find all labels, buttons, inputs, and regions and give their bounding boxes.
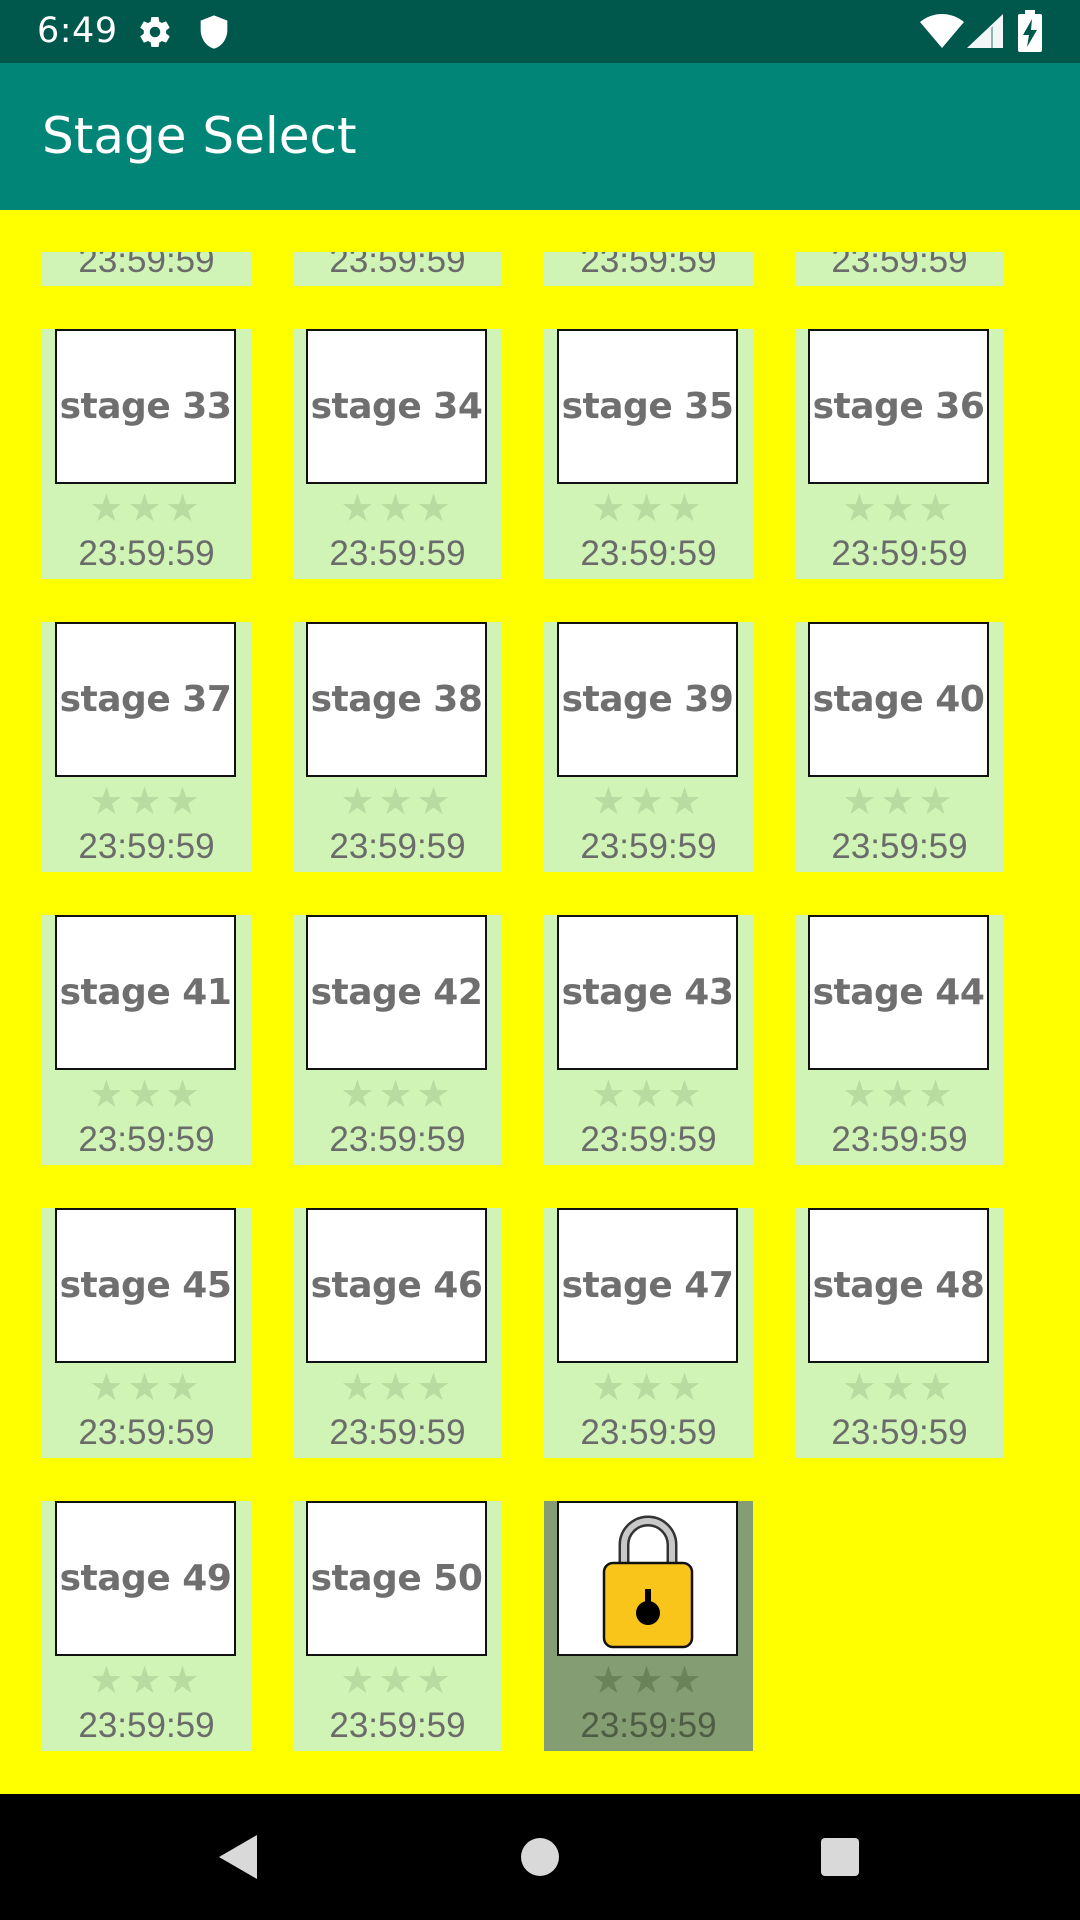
- stage-cell[interactable]: stage 35 ★★★ 23:59:59: [544, 329, 753, 579]
- stage-time: 23:59:59: [580, 252, 717, 280]
- stage-time: 23:59:59: [580, 1413, 717, 1452]
- stage-time: 23:59:59: [78, 1120, 215, 1159]
- stage-time: 23:59:59: [78, 1706, 215, 1745]
- stage-cell[interactable]: stage 39 ★★★ 23:59:59: [544, 622, 753, 872]
- stage-cell[interactable]: stage 46 ★★★ 23:59:59: [293, 1208, 502, 1458]
- stage-time: 23:59:59: [580, 827, 717, 866]
- star-rating: ★★★: [89, 1072, 204, 1116]
- stage-grid[interactable]: 23:59:59 23:59:59 23:59:59 23:59:59 stag…: [0, 210, 1080, 1794]
- stage-button[interactable]: stage 41: [55, 915, 236, 1070]
- locked-stage-button[interactable]: [557, 1501, 738, 1656]
- stage-button[interactable]: stage 49: [55, 1501, 236, 1656]
- stage-cell[interactable]: stage 33 ★★★ 23:59:59: [42, 329, 251, 579]
- app-bar: Stage Select: [0, 63, 1080, 210]
- star-rating: ★★★: [340, 1365, 455, 1409]
- wifi-icon: [920, 14, 964, 48]
- stage-time: 23:59:59: [78, 534, 215, 573]
- stage-cell[interactable]: stage 47 ★★★ 23:59:59: [544, 1208, 753, 1458]
- back-icon[interactable]: [209, 1827, 269, 1887]
- star-rating: ★★★: [842, 1365, 957, 1409]
- star-rating: ★★★: [89, 486, 204, 530]
- stage-button[interactable]: stage 39: [557, 622, 738, 777]
- stage-button[interactable]: stage 46: [306, 1208, 487, 1363]
- stage-cell[interactable]: stage 41 ★★★ 23:59:59: [42, 915, 251, 1165]
- stage-cell[interactable]: stage 49 ★★★ 23:59:59: [42, 1501, 251, 1751]
- stage-button[interactable]: stage 48: [808, 1208, 989, 1363]
- star-rating: ★★★: [591, 1072, 706, 1116]
- page-title: Stage Select: [42, 107, 357, 165]
- stage-time: 23:59:59: [831, 534, 968, 573]
- star-rating: ★★★: [89, 779, 204, 823]
- stage-cell-partial[interactable]: 23:59:59: [795, 252, 1004, 286]
- stage-time: 23:59:59: [329, 1413, 466, 1452]
- stage-cell[interactable]: stage 43 ★★★ 23:59:59: [544, 915, 753, 1165]
- stage-button[interactable]: stage 50: [306, 1501, 487, 1656]
- stage-cell[interactable]: stage 38 ★★★ 23:59:59: [293, 622, 502, 872]
- status-bar: 6:49: [0, 0, 1080, 63]
- star-rating: ★★★: [340, 1658, 455, 1702]
- star-rating: ★★★: [340, 779, 455, 823]
- stage-cell[interactable]: stage 48 ★★★ 23:59:59: [795, 1208, 1004, 1458]
- stage-time: 23:59:59: [580, 1706, 717, 1745]
- stage-cell[interactable]: stage 37 ★★★ 23:59:59: [42, 622, 251, 872]
- star-rating: ★★★: [842, 1072, 957, 1116]
- stage-time: 23:59:59: [78, 252, 215, 280]
- stage-time: 23:59:59: [329, 252, 466, 280]
- star-rating: ★★★: [591, 1365, 706, 1409]
- stage-time: 23:59:59: [329, 1120, 466, 1159]
- stage-button[interactable]: stage 40: [808, 622, 989, 777]
- star-rating: ★★★: [340, 486, 455, 530]
- star-rating: ★★★: [591, 779, 706, 823]
- stage-button[interactable]: stage 45: [55, 1208, 236, 1363]
- stage-time: 23:59:59: [329, 534, 466, 573]
- stage-button[interactable]: stage 47: [557, 1208, 738, 1363]
- stage-button[interactable]: stage 34: [306, 329, 487, 484]
- gear-icon: [140, 17, 170, 48]
- stage-button[interactable]: stage 38: [306, 622, 487, 777]
- stage-time: 23:59:59: [831, 827, 968, 866]
- stage-button[interactable]: stage 43: [557, 915, 738, 1070]
- stage-button[interactable]: stage 33: [55, 329, 236, 484]
- stage-time: 23:59:59: [831, 1120, 968, 1159]
- shield-icon: [200, 15, 228, 49]
- padlock-icon: [602, 1515, 693, 1648]
- navigation-bar: [0, 1794, 1080, 1920]
- signal-icon: [967, 14, 1003, 48]
- star-rating: ★★★: [340, 1072, 455, 1116]
- stage-time: 23:59:59: [78, 827, 215, 866]
- stage-cell-partial[interactable]: 23:59:59: [544, 252, 753, 286]
- stage-button[interactable]: stage 37: [55, 622, 236, 777]
- stage-time: 23:59:59: [78, 1413, 215, 1452]
- stage-time: 23:59:59: [329, 1706, 466, 1745]
- stage-cell[interactable]: stage 50 ★★★ 23:59:59: [293, 1501, 502, 1751]
- stage-button[interactable]: stage 42: [306, 915, 487, 1070]
- battery-charging-icon: [1018, 10, 1042, 52]
- stage-cell[interactable]: stage 34 ★★★ 23:59:59: [293, 329, 502, 579]
- stage-cell-locked[interactable]: ★★★ 23:59:59: [544, 1501, 753, 1751]
- stage-button[interactable]: stage 44: [808, 915, 989, 1070]
- stage-cell[interactable]: stage 42 ★★★ 23:59:59: [293, 915, 502, 1165]
- status-time: 6:49: [37, 11, 118, 51]
- stage-cell-partial[interactable]: 23:59:59: [42, 252, 251, 286]
- stage-button[interactable]: stage 35: [557, 329, 738, 484]
- stage-cell[interactable]: stage 44 ★★★ 23:59:59: [795, 915, 1004, 1165]
- recents-icon[interactable]: [810, 1827, 870, 1887]
- stage-cell[interactable]: stage 45 ★★★ 23:59:59: [42, 1208, 251, 1458]
- stage-cell[interactable]: stage 36 ★★★ 23:59:59: [795, 329, 1004, 579]
- stage-cell-partial[interactable]: 23:59:59: [293, 252, 502, 286]
- stage-cell[interactable]: stage 40 ★★★ 23:59:59: [795, 622, 1004, 872]
- star-rating: ★★★: [591, 486, 706, 530]
- home-icon[interactable]: [510, 1827, 570, 1887]
- star-rating: ★★★: [89, 1658, 204, 1702]
- stage-button[interactable]: stage 36: [808, 329, 989, 484]
- star-rating: ★★★: [89, 1365, 204, 1409]
- stage-time: 23:59:59: [580, 534, 717, 573]
- star-rating: ★★★: [842, 779, 957, 823]
- stage-time: 23:59:59: [831, 1413, 968, 1452]
- stage-time: 23:59:59: [580, 1120, 717, 1159]
- stage-time: 23:59:59: [831, 252, 968, 280]
- star-rating: ★★★: [842, 486, 957, 530]
- star-rating: ★★★: [591, 1658, 706, 1702]
- stage-time: 23:59:59: [329, 827, 466, 866]
